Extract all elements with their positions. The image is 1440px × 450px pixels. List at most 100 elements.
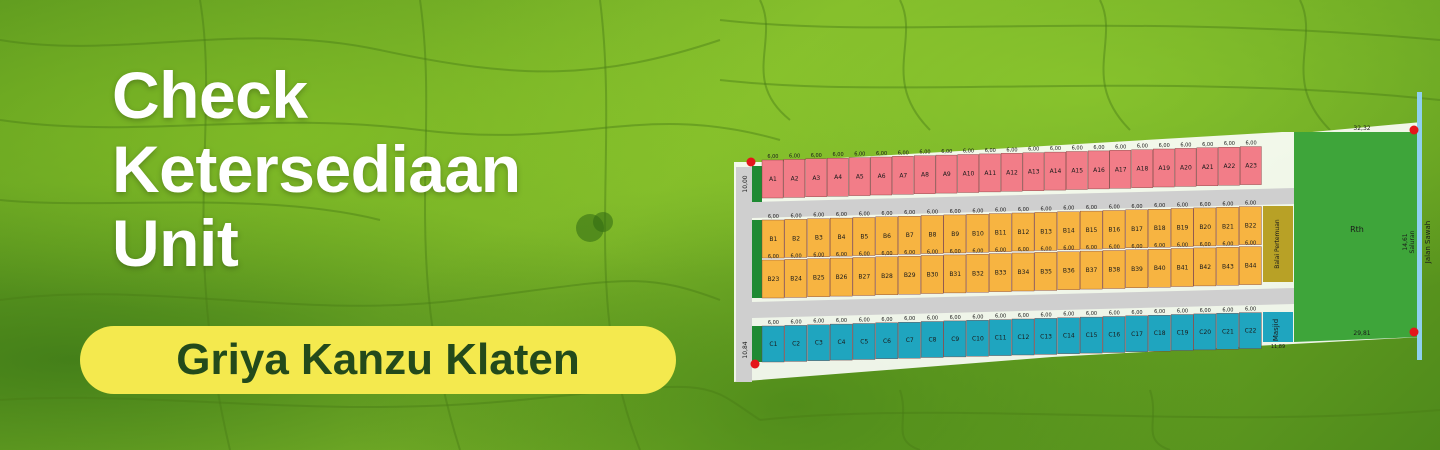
row-b-top-unit-label-B15: B15 (1086, 227, 1098, 234)
row-b-top-unit-label-B21: B21 (1222, 223, 1234, 230)
headline-line-2: Ketersediaan (112, 132, 521, 206)
taman-b (752, 220, 762, 298)
jalan-sawah-label: Jalan Sawah (1424, 221, 1432, 264)
row-b-top-dim-B6: 6,00 (881, 211, 892, 217)
row-a-unit-label-A5: A5 (856, 174, 864, 181)
row-b-bottom-dim-B35: 6,00 (1041, 246, 1052, 252)
row-a-unit-label-A10: A10 (963, 171, 975, 178)
row-b-bottom-dim-B26: 6,00 (836, 252, 847, 258)
row-c-unit-label-C7: C7 (906, 337, 914, 344)
row-a-unit-label-A12: A12 (1006, 169, 1018, 176)
row-a-dim-A12: 6,00 (1006, 147, 1017, 153)
row-b-top-unit-label-B8: B8 (929, 232, 937, 239)
row-b-bottom-unit-label-B36: B36 (1063, 268, 1075, 275)
row-a-unit-label-A19: A19 (1158, 165, 1170, 172)
row-b-bottom-unit-label-B40: B40 (1154, 265, 1166, 272)
row-a-dim-A13: 6,00 (1028, 147, 1039, 153)
row-b-top-dim-B5: 6,00 (859, 212, 870, 218)
row-b-bottom-dim-B42: 6,00 (1200, 242, 1211, 248)
row-b-bottom-unit-label-B38: B38 (1108, 267, 1120, 274)
row-a-dim-A2: 6,00 (789, 153, 800, 159)
row-b-bottom-unit-label-B30: B30 (927, 272, 939, 279)
row-b-top-unit-label-B14: B14 (1063, 228, 1075, 235)
row-c-unit-label-C5: C5 (860, 339, 868, 346)
rth-label: Rth (1350, 225, 1364, 234)
row-b-top-unit-label-B6: B6 (883, 233, 891, 240)
row-b-bottom-unit-label-B25: B25 (813, 275, 825, 282)
row-b-top-dim-B20: 6,00 (1200, 202, 1211, 208)
row-b-top-unit-label-B7: B7 (906, 232, 914, 239)
taman-a (752, 166, 762, 202)
row-a-dim-A15: 6,00 (1072, 146, 1083, 152)
row-b-top-dim-B18: 6,00 (1154, 203, 1165, 209)
row-b-top-dim-B17: 6,00 (1131, 204, 1142, 210)
row-c-unit-label-C3: C3 (815, 340, 823, 347)
row-a-dim-A18: 6,00 (1137, 144, 1148, 150)
row-b-top-unit-label-B17: B17 (1131, 226, 1143, 233)
row-c-dim-C12: 6,00 (1018, 313, 1029, 319)
row-a-unit-label-A14: A14 (1050, 168, 1062, 175)
row-b-top-unit-label-B3: B3 (815, 235, 823, 242)
row-b-bottom-dim-B30: 6,00 (927, 250, 938, 256)
row-a-unit-label-A6: A6 (878, 173, 886, 180)
row-a-dim-A7: 6,00 (898, 150, 909, 156)
row-c-unit-label-C6: C6 (883, 338, 891, 345)
row-a-dim-A5: 6,00 (854, 152, 865, 158)
row-b-bottom-unit-label-B24: B24 (790, 275, 802, 282)
row-a-unit-label-A22: A22 (1224, 163, 1236, 170)
row-b-top-unit-label-B12: B12 (1018, 229, 1030, 236)
row-c-unit-label-C15: C15 (1086, 332, 1098, 339)
row-c-unit-label-C11: C11 (995, 335, 1007, 342)
row-c-dim-C6: 6,00 (881, 317, 892, 323)
dim-bottom: 29,81 (1353, 330, 1370, 337)
site-plan-map: Rth Saluran Jalan Sawah A1 6,00 A2 6,00 A3 6,00 A… (734, 92, 1432, 382)
row-a-unit-label-A4: A4 (834, 174, 842, 181)
row-b-bottom-unit-label-B43: B43 (1222, 263, 1234, 270)
row-a-dim-A19: 6,00 (1159, 143, 1170, 149)
row-c-unit-label-C13: C13 (1040, 333, 1052, 340)
row-b-top-dim-B7: 6,00 (904, 210, 915, 216)
row-b-top-unit-label-B11: B11 (995, 230, 1007, 237)
row-b-top-unit-label-B1: B1 (769, 236, 777, 243)
row-c-dim-C22: 6,00 (1245, 307, 1256, 313)
row-b-top-unit-label-B9: B9 (951, 231, 959, 238)
row-a-dim-A20: 6,00 (1180, 142, 1191, 148)
row-c-unit-label-C16: C16 (1108, 332, 1120, 339)
row-c-dim-C18: 6,00 (1154, 309, 1165, 315)
row-a-dim-A4: 6,00 (833, 152, 844, 158)
row-c-unit-label-C19: C19 (1177, 330, 1189, 337)
corner-marker (1409, 125, 1419, 135)
row-c-unit-label-C1: C1 (769, 341, 777, 348)
row-c-dim-C17: 6,00 (1131, 310, 1142, 316)
row-b-bottom-dim-B41: 6,00 (1177, 243, 1188, 249)
row-b-bottom-dim-B23: 6,00 (768, 254, 779, 260)
row-a-dim-A8: 6,00 (919, 150, 930, 156)
row-b-top-dim-B14: 6,00 (1063, 206, 1074, 212)
row-c-dim-C15: 6,00 (1086, 311, 1097, 317)
row-c-dim-C9: 6,00 (950, 315, 961, 321)
row-a-dim-A22: 6,00 (1224, 141, 1235, 147)
row-a-unit-label-A3: A3 (812, 175, 820, 182)
row-b-top-dim-B8: 6,00 (927, 210, 938, 216)
row-c-unit-label-C10: C10 (972, 335, 984, 342)
row-b-bottom-unit-label-B34: B34 (1018, 269, 1030, 276)
row-a-unit-label-A8: A8 (921, 172, 929, 179)
row-c-dim-C11: 6,00 (995, 314, 1006, 320)
row-c-unit-label-C4: C4 (837, 339, 845, 346)
row-c-unit-label-C2: C2 (792, 340, 800, 347)
row-b-bottom-dim-B27: 6,00 (859, 252, 870, 258)
corner-marker (750, 359, 760, 369)
row-c-unit-label-C14: C14 (1063, 333, 1075, 340)
row-b-top-dim-B12: 6,00 (1018, 207, 1029, 213)
row-a-dim-A11: 6,00 (985, 148, 996, 154)
row-b-bottom-dim-B44: 6,00 (1245, 241, 1256, 247)
row-c-unit-label-C8: C8 (928, 337, 936, 344)
row-b-top-unit-label-B2: B2 (792, 235, 800, 242)
row-b-bottom-unit-label-B37: B37 (1086, 267, 1098, 274)
row-a-dim-A1: 6,00 (767, 154, 778, 160)
row-a-dim-A21: 6,00 (1202, 142, 1213, 148)
saluran-label: Saluran (1409, 230, 1416, 253)
headline: Check Ketersediaan Unit (112, 58, 521, 280)
row-a-dim-A16: 6,00 (1093, 145, 1104, 151)
row-b-bottom-unit-label-B26: B26 (836, 274, 848, 281)
